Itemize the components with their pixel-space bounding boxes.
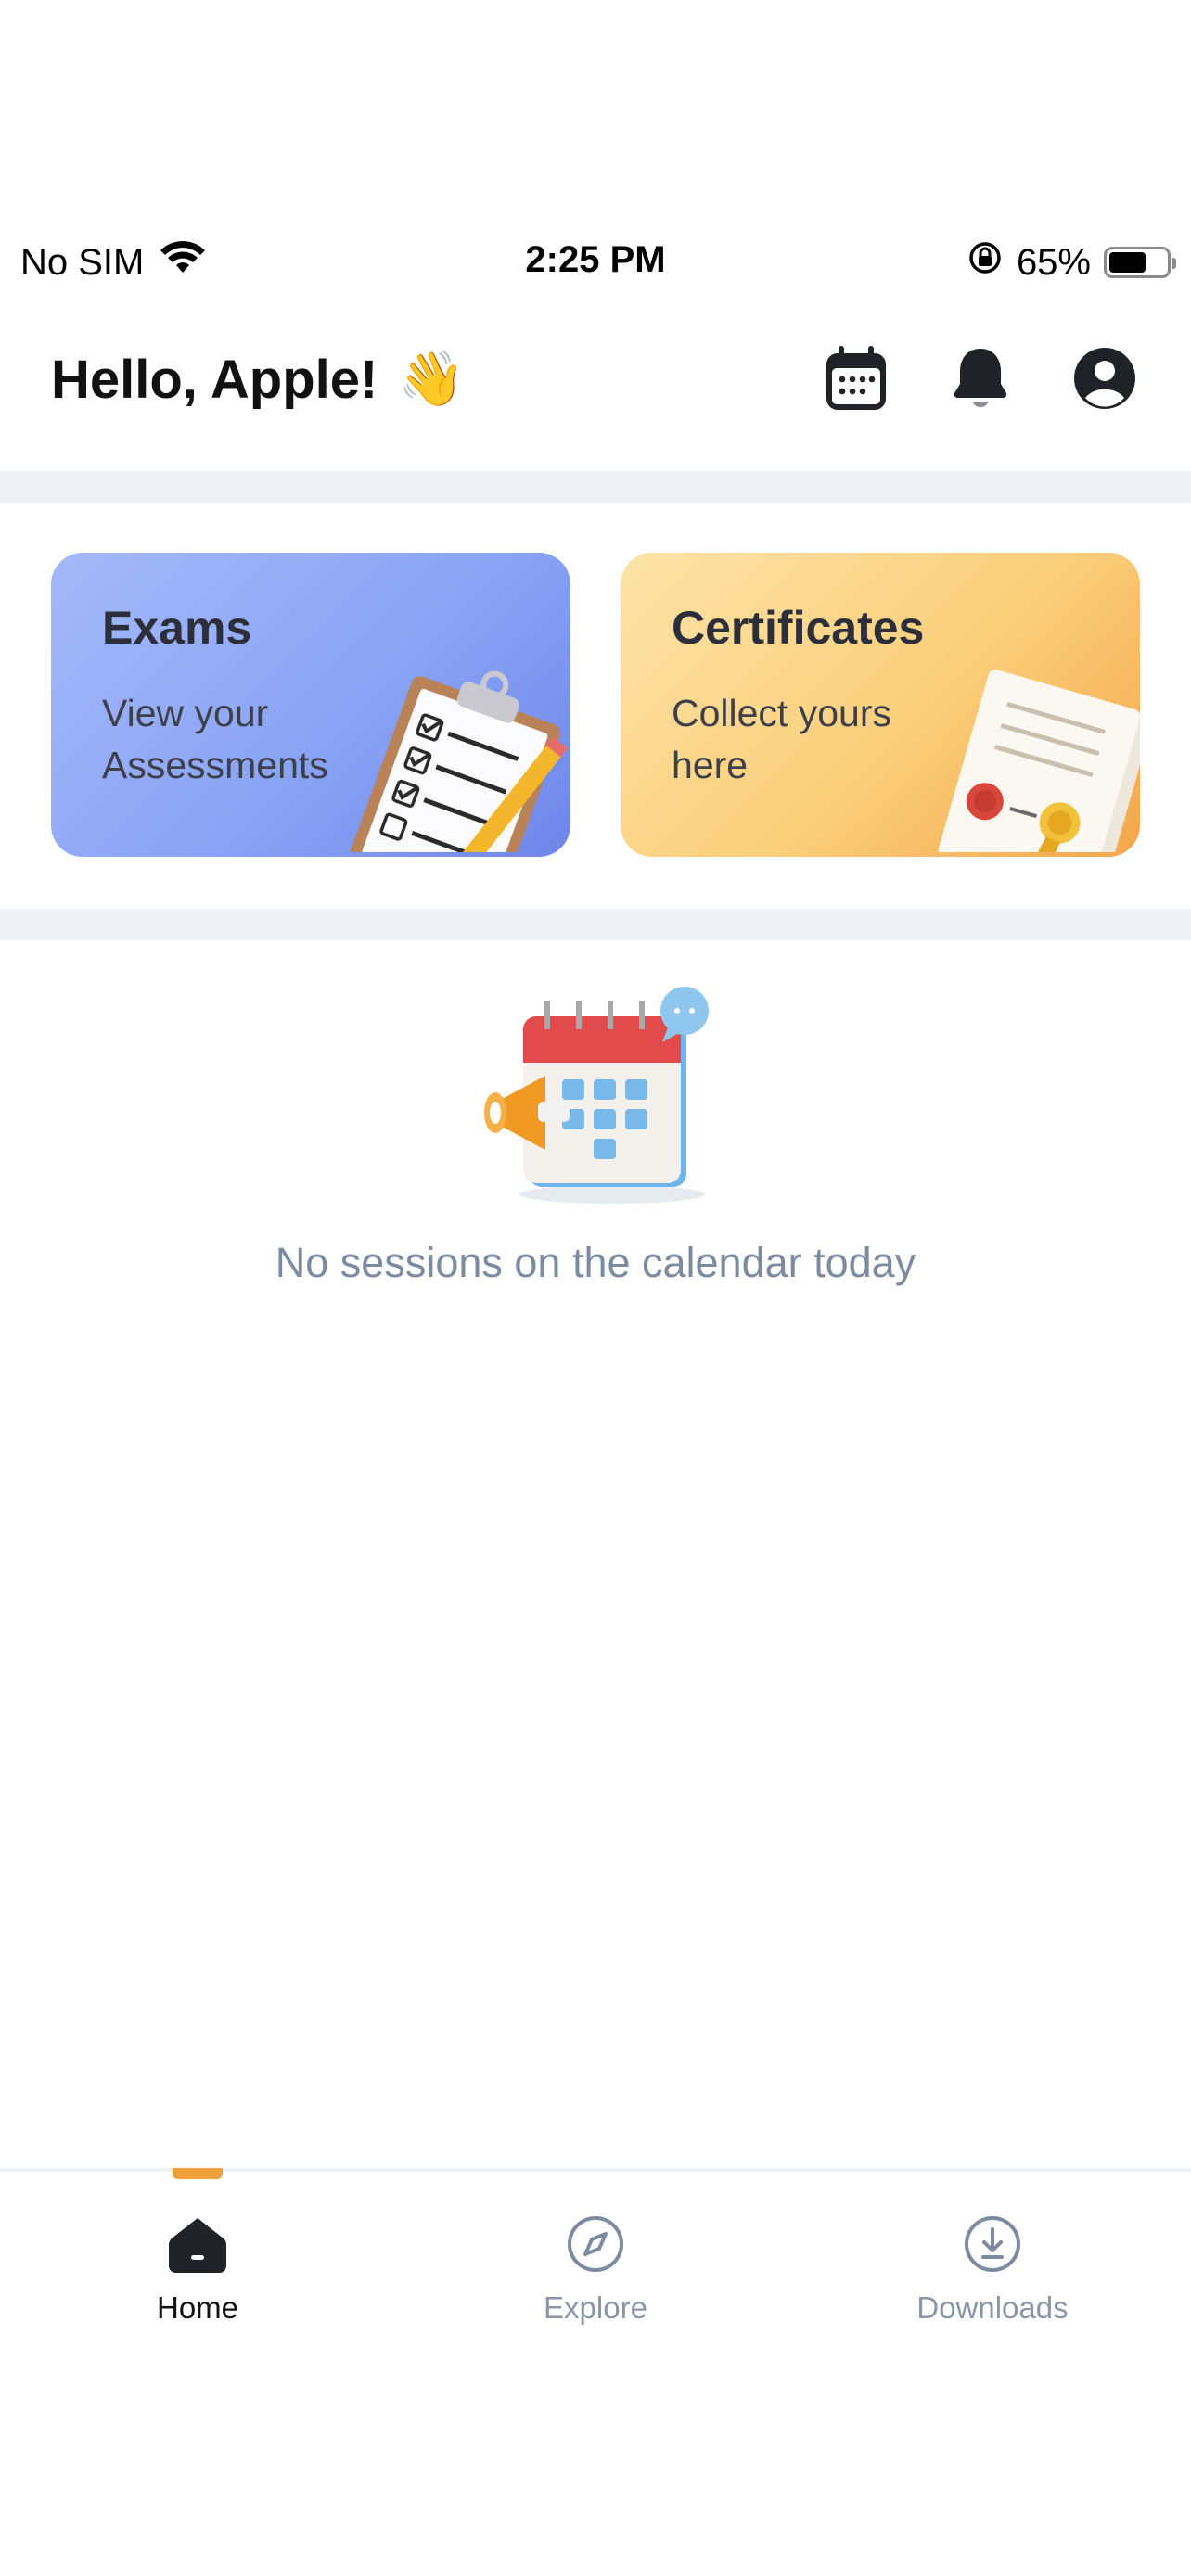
certificate-illustration-icon — [890, 657, 1140, 857]
home-icon — [162, 2209, 233, 2279]
section-divider-2 — [0, 909, 1191, 940]
download-icon — [957, 2209, 1028, 2279]
nav-downloads[interactable]: Downloads — [853, 2209, 1132, 2326]
wave-emoji: 👋 — [398, 349, 466, 409]
nav-home[interactable]: Home — [58, 2209, 337, 2326]
exams-card[interactable]: Exams View your Assessments — [51, 553, 570, 857]
nav-downloads-label: Downloads — [916, 2290, 1069, 2325]
notifications-button[interactable] — [945, 345, 1016, 415]
home-screen: No SIM 2:25 PM 65% Hello, Apple! 👋 Exams… — [0, 0, 1191, 2576]
profile-icon — [1072, 346, 1137, 415]
greeting: Hello, Apple! 👋 — [51, 348, 466, 411]
quick-cards: Exams View your Assessments Certificates… — [51, 553, 1140, 857]
status-right: 65% — [967, 239, 1176, 286]
header-actions — [821, 345, 1140, 415]
profile-button[interactable] — [1069, 345, 1140, 415]
compass-icon — [560, 2209, 631, 2279]
nav-explore[interactable]: Explore — [456, 2209, 735, 2326]
calendar-button[interactable] — [821, 345, 891, 415]
bell-icon — [951, 345, 1010, 416]
section-divider — [0, 471, 1191, 503]
calendar-icon — [824, 344, 889, 417]
exams-card-title: Exams — [102, 602, 252, 654]
empty-state-message: No sessions on the calendar today — [275, 1239, 916, 1286]
calendar-megaphone-illustration-icon — [482, 983, 724, 1205]
certificates-card[interactable]: Certificates Collect yours here — [621, 553, 1140, 857]
orientation-lock-icon — [967, 239, 1004, 286]
battery-icon — [1104, 247, 1176, 278]
status-bar: No SIM 2:25 PM 65% — [0, 223, 1191, 297]
app-header: Hello, Apple! 👋 — [0, 325, 1191, 436]
certificates-card-title: Certificates — [672, 602, 925, 654]
nav-home-label: Home — [156, 2290, 239, 2325]
nav-explore-label: Explore — [544, 2290, 647, 2325]
battery-percent: 65% — [1016, 241, 1091, 283]
greeting-text: Hello, Apple! — [51, 349, 378, 410]
clipboard-illustration-icon — [320, 657, 570, 857]
active-tab-indicator — [173, 2168, 223, 2179]
battery-level — [1109, 252, 1146, 273]
bottom-navigation: Home Explore Downloads — [0, 2168, 1191, 2576]
